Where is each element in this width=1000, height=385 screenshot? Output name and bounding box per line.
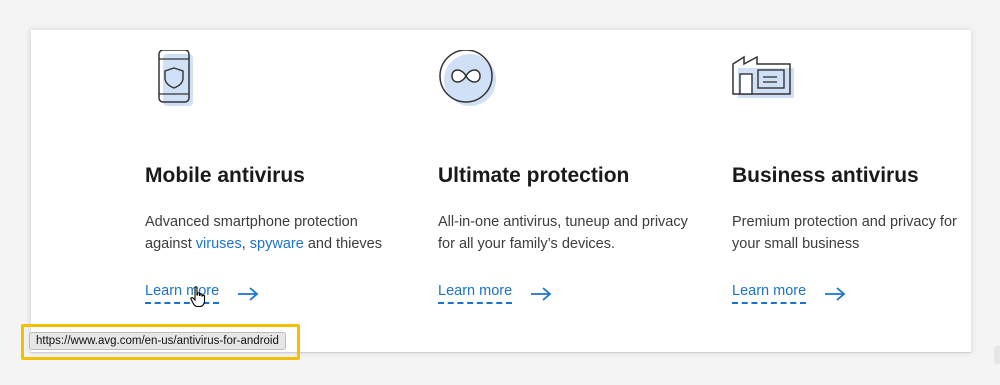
arrow-right-icon[interactable] [237, 286, 259, 301]
learn-more-button[interactable]: Learn more [732, 283, 846, 304]
arrow-right-icon[interactable] [824, 286, 846, 301]
learn-more-link[interactable]: Learn more [438, 283, 513, 304]
viruses-link[interactable]: viruses [196, 236, 242, 252]
status-bar-highlight [21, 324, 300, 360]
infinity-circle-icon [439, 50, 496, 106]
learn-more-link[interactable]: Learn more [145, 283, 220, 304]
card-title: Business antivirus [732, 164, 919, 187]
smartphone-shield-icon [158, 50, 193, 106]
card-title: Ultimate protection [438, 164, 630, 187]
arrow-right-icon[interactable] [530, 286, 552, 301]
learn-more-button[interactable]: Learn more [438, 283, 552, 304]
product-cards-panel: Mobile antivirus Advanced smartphone pro… [30, 30, 1000, 364]
card-description: Premium protection and privacy for your … [732, 214, 957, 252]
building-icon [732, 55, 794, 98]
card-title: Mobile antivirus [145, 164, 305, 187]
hand-pointer-icon [190, 286, 206, 308]
card-description: Advanced smartphone protection against v… [145, 211, 400, 255]
card-description: All-in-one antivirus, tuneup and privacy… [438, 214, 688, 252]
scrollbar-thumb[interactable] [994, 346, 1000, 364]
desc-text: and thieves [303, 236, 382, 252]
desc-separator: , [241, 236, 250, 252]
spyware-link[interactable]: spyware [250, 236, 304, 252]
learn-more-link[interactable]: Learn more [732, 283, 807, 304]
